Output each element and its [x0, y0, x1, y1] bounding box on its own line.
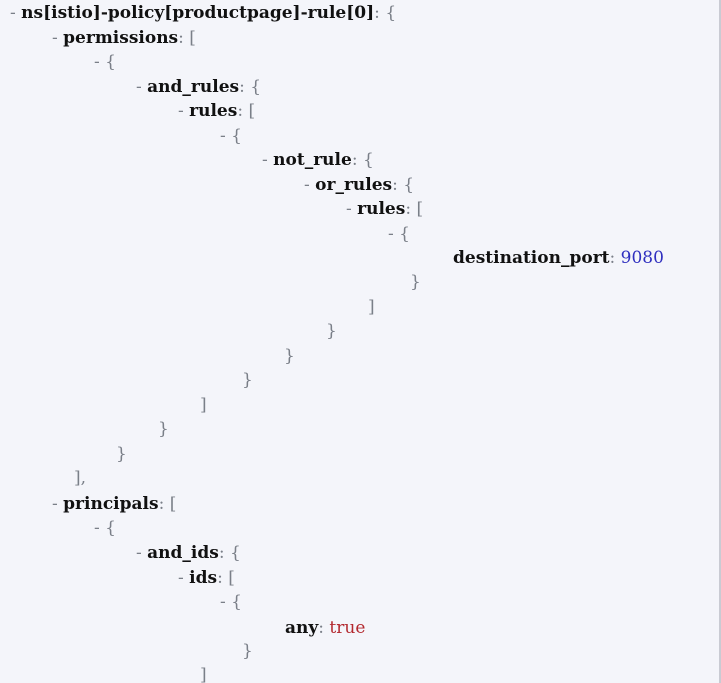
open-brace: {: [229, 543, 241, 563]
close-brace: }: [242, 641, 253, 661]
colon: :: [217, 568, 223, 588]
open-brace: {: [231, 126, 242, 146]
collapse-toggle[interactable]: -: [388, 224, 394, 244]
open-bracket: [: [248, 101, 256, 121]
json-viewer: - ns[istio]-policy[productpage]-rule[0]:…: [0, 0, 721, 683]
inner-rules-key: rules: [357, 199, 406, 219]
close-brace: }: [410, 272, 421, 292]
open-brace: {: [250, 77, 262, 97]
collapse-toggle[interactable]: -: [136, 77, 142, 97]
open-bracket: [: [228, 568, 235, 588]
collapse-toggle[interactable]: -: [220, 592, 226, 612]
open-brace: {: [105, 52, 116, 72]
open-brace: {: [362, 150, 374, 170]
destination-port-value: 9080: [620, 248, 664, 268]
colon: :: [609, 248, 616, 268]
principals-row: - principals: [: [52, 492, 176, 516]
close-brace: }: [242, 370, 253, 390]
colon: :: [218, 543, 225, 563]
open-brace: {: [105, 518, 116, 538]
collapse-toggle[interactable]: -: [52, 494, 58, 514]
open-brace: {: [399, 224, 410, 244]
root-key: ns[istio]-policy[productpage]-rule[0]: [21, 3, 375, 23]
collapse-toggle[interactable]: -: [10, 3, 16, 23]
permission-item-row: - {: [94, 50, 116, 74]
open-bracket: [: [189, 28, 196, 48]
colon: :: [239, 77, 245, 97]
collapse-toggle[interactable]: -: [178, 568, 184, 588]
close-brace: }: [116, 444, 127, 464]
inner-rule-item-row: - {: [388, 222, 410, 246]
destination-port-key: destination_port: [453, 248, 610, 268]
permissions-key: permissions: [63, 28, 179, 48]
not-rule-key: not_rule: [273, 150, 352, 170]
rules-row: - rules: [: [178, 99, 255, 123]
collapse-toggle[interactable]: -: [178, 101, 184, 121]
or-rules-key: or_rules: [315, 175, 393, 195]
colon: :: [374, 3, 380, 23]
close-bracket: ]: [200, 665, 207, 683]
colon: :: [405, 199, 412, 219]
any-value: true: [329, 618, 366, 638]
open-brace: {: [403, 175, 415, 195]
any-key: any: [285, 618, 319, 638]
destination-port-row: destination_port: 9080: [453, 246, 664, 270]
or-rules-row: - or_rules: {: [304, 173, 414, 197]
close-brace: }: [158, 419, 169, 439]
any-row: any: true: [285, 616, 365, 640]
close-bracket: ]: [368, 297, 375, 317]
and-ids-row: - and_ids: {: [136, 541, 241, 565]
colon: :: [178, 28, 184, 48]
collapse-toggle[interactable]: -: [94, 52, 100, 72]
colon: :: [318, 618, 324, 638]
inner-rules-row: - rules: [: [346, 197, 423, 221]
colon: :: [237, 101, 244, 121]
close-brace: }: [284, 346, 295, 366]
rule-item-row: - {: [220, 124, 242, 148]
colon: :: [351, 150, 358, 170]
close-bracket: ]: [200, 395, 207, 415]
open-brace: {: [231, 592, 242, 612]
and-rules-key: and_rules: [147, 77, 240, 97]
not-rule-row: - not_rule: {: [262, 148, 374, 172]
collapse-toggle[interactable]: -: [346, 199, 352, 219]
collapse-toggle[interactable]: -: [52, 28, 58, 48]
principals-key: principals: [63, 494, 159, 514]
open-bracket: [: [169, 494, 177, 514]
close-bracket-comma: ],: [74, 468, 87, 488]
id-item-row: - {: [220, 590, 242, 614]
principal-item-row: - {: [94, 516, 116, 540]
colon: :: [158, 494, 165, 514]
open-brace: {: [385, 3, 397, 23]
collapse-toggle[interactable]: -: [136, 543, 142, 563]
ids-row: - ids: [: [178, 566, 235, 590]
ids-key: ids: [189, 568, 218, 588]
open-bracket: [: [416, 199, 424, 219]
permissions-row: - permissions: [: [52, 26, 196, 50]
collapse-toggle[interactable]: -: [262, 150, 268, 170]
close-brace: }: [326, 321, 337, 341]
rules-key: rules: [189, 101, 238, 121]
colon: :: [392, 175, 398, 195]
root-row: - ns[istio]-policy[productpage]-rule[0]:…: [10, 1, 396, 25]
and-ids-key: and_ids: [147, 543, 219, 563]
collapse-toggle[interactable]: -: [94, 518, 100, 538]
collapse-toggle[interactable]: -: [220, 126, 226, 146]
collapse-toggle[interactable]: -: [304, 175, 310, 195]
and-rules-row: - and_rules: {: [136, 75, 261, 99]
